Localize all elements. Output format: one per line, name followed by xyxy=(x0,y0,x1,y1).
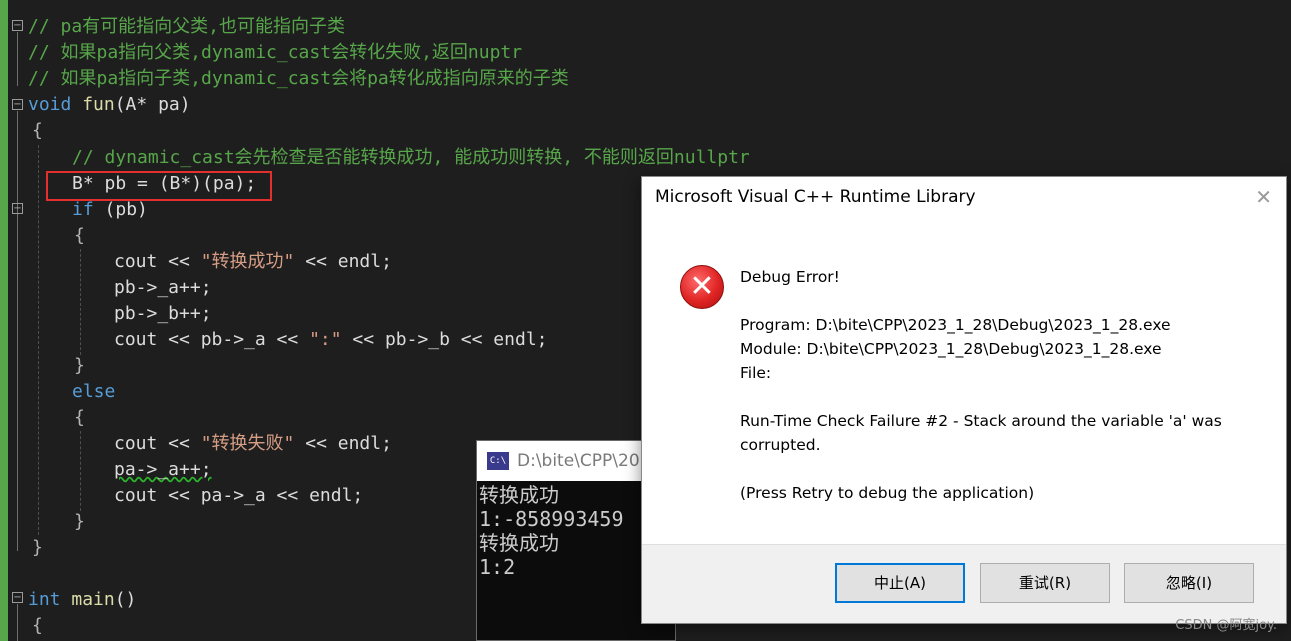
keyword-if: if xyxy=(72,199,94,220)
change-margin xyxy=(0,0,8,641)
code-line-15: else xyxy=(72,381,116,402)
keyword-int: int xyxy=(28,589,61,610)
error-icon: ✕ xyxy=(680,265,724,309)
fold-line xyxy=(17,32,18,86)
ignore-button[interactable]: 忽略(I) xyxy=(1124,563,1254,603)
code-line-1: // pa有可能指向父类,也可能指向子类 xyxy=(28,16,346,37)
indent-guide xyxy=(80,431,81,511)
if-condition: (pb) xyxy=(104,199,148,220)
code-line-8: if (pb) xyxy=(72,197,148,223)
code-line-10: cout << "转换成功" << endl; xyxy=(114,249,392,275)
code-line-17: cout << "转换失败" << endl; xyxy=(114,431,392,457)
console-app-icon: C:\ xyxy=(487,452,509,470)
fold-toggle-if[interactable]: − xyxy=(12,203,23,214)
console-title: D:\bite\CPP\20 xyxy=(517,451,640,471)
fold-toggle-fun[interactable]: − xyxy=(12,99,23,110)
module-path: Module: D:\bite\CPP\2023_1_28\Debug\2023… xyxy=(740,340,1162,358)
dialog-message: Debug Error! Program: D:\bite\CPP\2023_1… xyxy=(740,265,1260,505)
code-line-14: } xyxy=(74,355,85,376)
keyword-void: void xyxy=(28,94,72,115)
code-line-19: cout << pa->_a << endl; xyxy=(114,485,364,506)
failure-text-cont: corrupted. xyxy=(740,436,821,454)
file-label: File: xyxy=(740,364,772,382)
code-line-16: { xyxy=(74,407,85,428)
code-token: cout << xyxy=(114,433,201,454)
code-line-9: { xyxy=(74,225,85,246)
function-name: main xyxy=(71,589,115,610)
params: (A* pa) xyxy=(114,94,191,115)
params: () xyxy=(114,589,137,610)
fold-line xyxy=(17,111,18,551)
string-literal: "转换成功" xyxy=(200,251,295,272)
program-path: Program: D:\bite\CPP\2023_1_28\Debug\202… xyxy=(740,316,1171,334)
code-token: cout << xyxy=(114,251,201,272)
retry-hint: (Press Retry to debug the application) xyxy=(740,484,1035,502)
string-literal: ":" xyxy=(309,329,342,350)
function-name: fun xyxy=(82,94,115,115)
code-line-4: void fun(A* pa) xyxy=(28,92,191,118)
string-literal: "转换失败" xyxy=(200,433,295,454)
error-heading: Debug Error! xyxy=(740,268,840,286)
code-token: << endl; xyxy=(294,433,392,454)
code-token: << endl; xyxy=(294,251,392,272)
retry-button[interactable]: 重试(R) xyxy=(980,563,1110,603)
code-line-2: // 如果pa指向父类,dynamic_cast会转化失败,返回nuptr xyxy=(28,42,523,63)
fold-toggle-comment[interactable]: − xyxy=(12,20,23,31)
code-line-12: pb->_b++; xyxy=(114,303,212,324)
watermark: CSDN @阿宽joy. xyxy=(1175,618,1277,633)
indent-guide xyxy=(38,145,39,535)
code-token: << pb->_b << endl; xyxy=(341,329,548,350)
code-line-18: pa->_a++; xyxy=(114,459,212,480)
fold-toggle-main[interactable]: − xyxy=(12,592,23,603)
code-line-20: } xyxy=(74,511,85,532)
close-icon[interactable]: ✕ xyxy=(1255,187,1272,207)
code-line-3: // 如果pa指向子类,dynamic_cast会将pa转化成指向原来的子类 xyxy=(28,68,569,89)
runtime-error-dialog[interactable]: Microsoft Visual C++ Runtime Library ✕ ✕… xyxy=(641,176,1287,624)
dialog-title: Microsoft Visual C++ Runtime Library xyxy=(655,187,976,207)
code-line-23: int main() xyxy=(28,587,136,613)
code-line-5: { xyxy=(32,120,43,141)
code-line-6: // dynamic_cast会先检查是否能转换成功, 能成功则转换, 不能则返… xyxy=(72,147,750,168)
dialog-footer: 中止(A) 重试(R) 忽略(I) xyxy=(642,544,1286,623)
code-line-21: } xyxy=(32,537,43,558)
code-line-13: cout << pb->_a << ":" << pb->_b << endl; xyxy=(114,327,548,353)
code-line-24: { xyxy=(32,615,43,636)
indent-guide xyxy=(80,249,81,355)
code-token: cout << pb->_a << xyxy=(114,329,310,350)
code-line-11: pb->_a++; xyxy=(114,277,212,298)
failure-text: Run-Time Check Failure #2 - Stack around… xyxy=(740,412,1222,430)
fold-line xyxy=(17,604,18,641)
abort-button[interactable]: 中止(A) xyxy=(835,563,965,603)
